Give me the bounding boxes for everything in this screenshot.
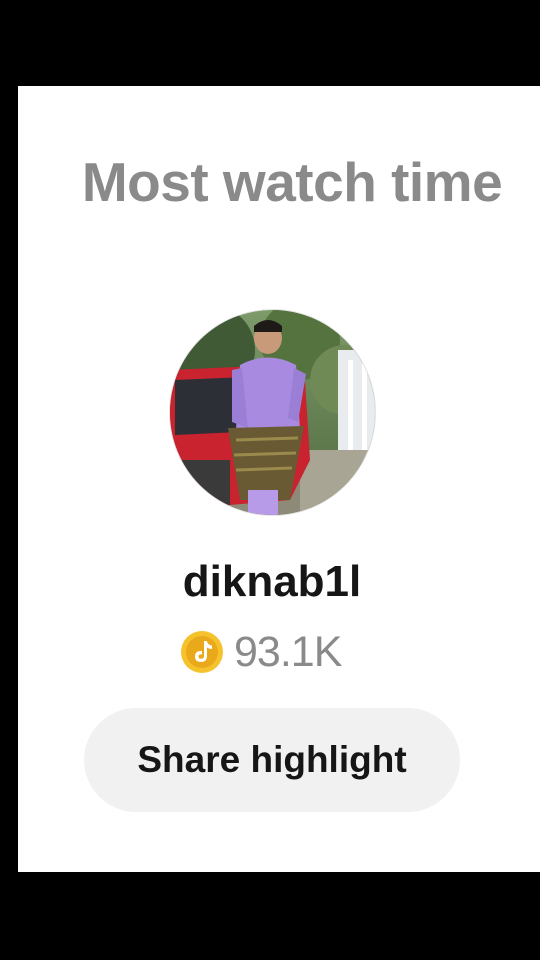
share-highlight-label: Share highlight	[137, 739, 407, 780]
avatar-photo	[170, 310, 375, 515]
screen: Most watch time diknab1l 93.1K Share hig…	[0, 0, 540, 960]
tiktok-coin-icon	[180, 630, 224, 674]
username: diknab1l	[182, 557, 362, 606]
watch-time-value: 93.1K	[234, 627, 342, 676]
avatar[interactable]	[170, 310, 375, 515]
page-title: Most watch time	[81, 151, 503, 213]
share-highlight-button[interactable]: Share highlight	[84, 708, 460, 812]
watch-time-stat: 93.1K	[180, 624, 342, 680]
